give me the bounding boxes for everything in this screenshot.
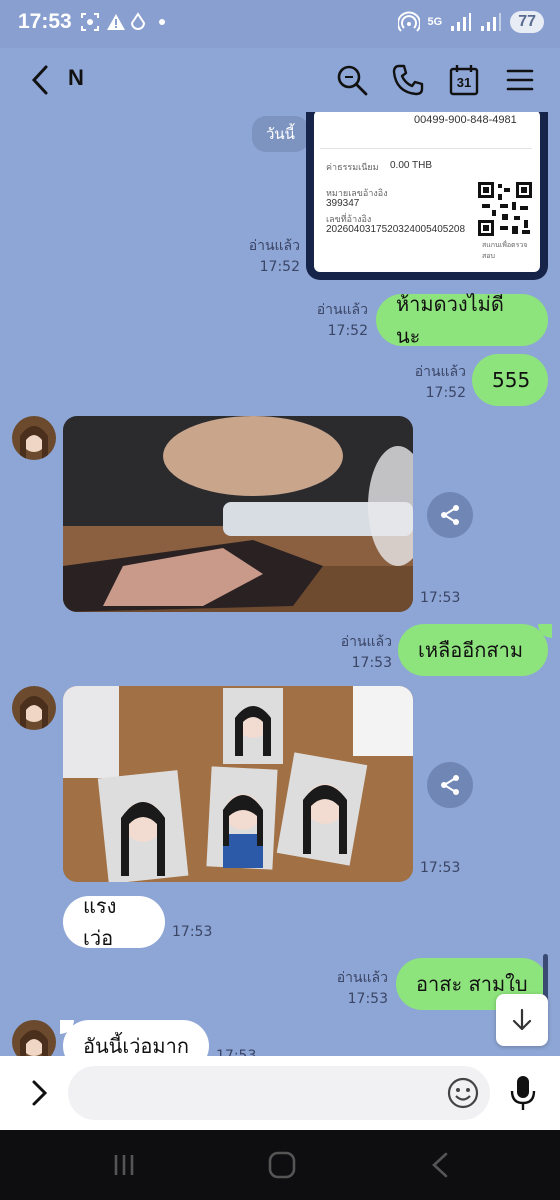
drop-icon xyxy=(130,12,146,30)
avatar-image xyxy=(12,416,56,460)
battery-level: 77 xyxy=(510,11,544,33)
arrow-down-icon xyxy=(512,1008,532,1031)
contact-avatar[interactable] xyxy=(12,686,56,730)
system-back-button[interactable] xyxy=(420,1150,460,1180)
message-text: เหลืออีกสาม xyxy=(418,638,524,662)
incoming-photo[interactable] xyxy=(63,416,413,612)
contact-avatar[interactable] xyxy=(12,1020,56,1056)
message-input[interactable] xyxy=(68,1066,490,1120)
receipt-fee-label: ค่าธรรมเนียม xyxy=(326,162,379,172)
message-time: 17:52 xyxy=(327,323,368,339)
incoming-photo[interactable] xyxy=(63,686,413,882)
search-button[interactable] xyxy=(334,62,370,98)
incoming-message[interactable]: อันนี้เว่อมาก xyxy=(63,1020,209,1056)
home-button[interactable] xyxy=(262,1150,302,1180)
message-time: 17:53 xyxy=(420,590,461,606)
message-time: 17:52 xyxy=(425,385,466,401)
calendar-day: 31 xyxy=(456,75,472,90)
contact-avatar[interactable] xyxy=(12,416,56,460)
share-button[interactable] xyxy=(427,762,473,808)
system-navigation-bar xyxy=(0,1130,560,1200)
message-text: อันนี้เว่อมาก xyxy=(83,1034,189,1056)
outgoing-message[interactable]: เหลืออีกสาม xyxy=(398,624,548,676)
network-type: 5G xyxy=(427,16,443,28)
qr-code-icon xyxy=(478,182,532,236)
warning-icon xyxy=(107,14,125,30)
share-icon xyxy=(441,505,459,525)
receipt-meta: อ่านแล้ว 17:52 xyxy=(238,236,300,278)
menu-button[interactable] xyxy=(502,62,538,98)
date-chip: วันนี้ xyxy=(252,116,309,152)
receipt-image[interactable]: 00499-900-848-4981 ค่าธรรมเนียม 0.00 THB… xyxy=(306,112,548,280)
message-meta: อ่านแล้ว 17:53 xyxy=(330,632,392,674)
message-meta: อ่านแล้ว 17:52 xyxy=(306,300,368,342)
message-time: 17:53 xyxy=(351,655,392,671)
read-receipt: อ่านแล้ว xyxy=(340,634,392,650)
share-icon xyxy=(441,775,459,795)
message-time: 17:53 xyxy=(216,1048,257,1056)
calendar-button[interactable]: 31 xyxy=(446,62,482,98)
hotspot-icon xyxy=(397,11,420,32)
qr-caption: สแกนเพื่อตรวจสอบ xyxy=(482,242,528,260)
read-receipt: อ่านแล้ว xyxy=(248,238,300,254)
read-receipt: อ่านแล้ว xyxy=(336,970,388,986)
message-meta: อ่านแล้ว 17:53 xyxy=(326,968,388,1010)
chat-area[interactable]: วันนี้ 00499-900-848-4981 ค่าธรรมเนียม 0… xyxy=(0,112,560,1056)
message-time: 17:52 xyxy=(259,259,300,275)
message-time: 17:53 xyxy=(172,924,213,940)
photo-preview xyxy=(63,686,413,882)
receipt-ref1-value: 399347 xyxy=(326,198,360,209)
status-right: 5G 77 xyxy=(397,11,544,33)
status-bar: 17:53 5G 77 xyxy=(0,0,560,48)
message-text: แรงเว่อ xyxy=(83,894,117,950)
message-text: 555 xyxy=(492,368,531,392)
avatar-image xyxy=(12,686,56,730)
screenshot-icon xyxy=(81,13,99,31)
expand-button[interactable] xyxy=(26,1078,52,1108)
read-receipt: อ่านแล้ว xyxy=(414,364,466,380)
message-time: 17:53 xyxy=(347,991,388,1007)
scroll-to-bottom-button[interactable] xyxy=(496,994,548,1046)
share-button[interactable] xyxy=(427,492,473,538)
read-receipt: อ่านแล้ว xyxy=(316,302,368,318)
message-meta: อ่านแล้ว 17:52 xyxy=(404,362,466,404)
chat-header: N 31 xyxy=(0,48,560,112)
outgoing-message[interactable]: 555 xyxy=(472,354,548,406)
photo-preview xyxy=(63,416,413,612)
recent-apps-button[interactable] xyxy=(104,1150,144,1180)
microphone-button[interactable] xyxy=(508,1074,538,1112)
call-button[interactable] xyxy=(390,62,426,98)
signal-icon xyxy=(451,13,472,31)
outgoing-message[interactable]: ห้ามดวงไม่ดีนะ xyxy=(376,292,548,348)
signal-icon-2 xyxy=(481,13,502,31)
emoji-button[interactable] xyxy=(446,1076,480,1110)
message-input-bar xyxy=(0,1056,560,1130)
back-button[interactable] xyxy=(26,64,56,96)
notification-dot-icon xyxy=(159,19,165,25)
message-time: 17:53 xyxy=(420,860,461,876)
receipt-content: 00499-900-848-4981 ค่าธรรมเนียม 0.00 THB… xyxy=(314,112,540,272)
avatar-image xyxy=(12,1020,56,1056)
incoming-message[interactable]: แรงเว่อ xyxy=(63,894,165,950)
status-time: 17:53 xyxy=(18,10,72,33)
receipt-ref-number: 00499-900-848-4981 xyxy=(414,114,517,126)
receipt-fee-value: 0.00 THB xyxy=(390,160,433,171)
message-text: ห้ามดวงไม่ดีนะ xyxy=(396,292,504,348)
receipt-ref2-value: 2026040317520324005405208 xyxy=(326,224,466,235)
contact-name: N xyxy=(68,65,84,90)
